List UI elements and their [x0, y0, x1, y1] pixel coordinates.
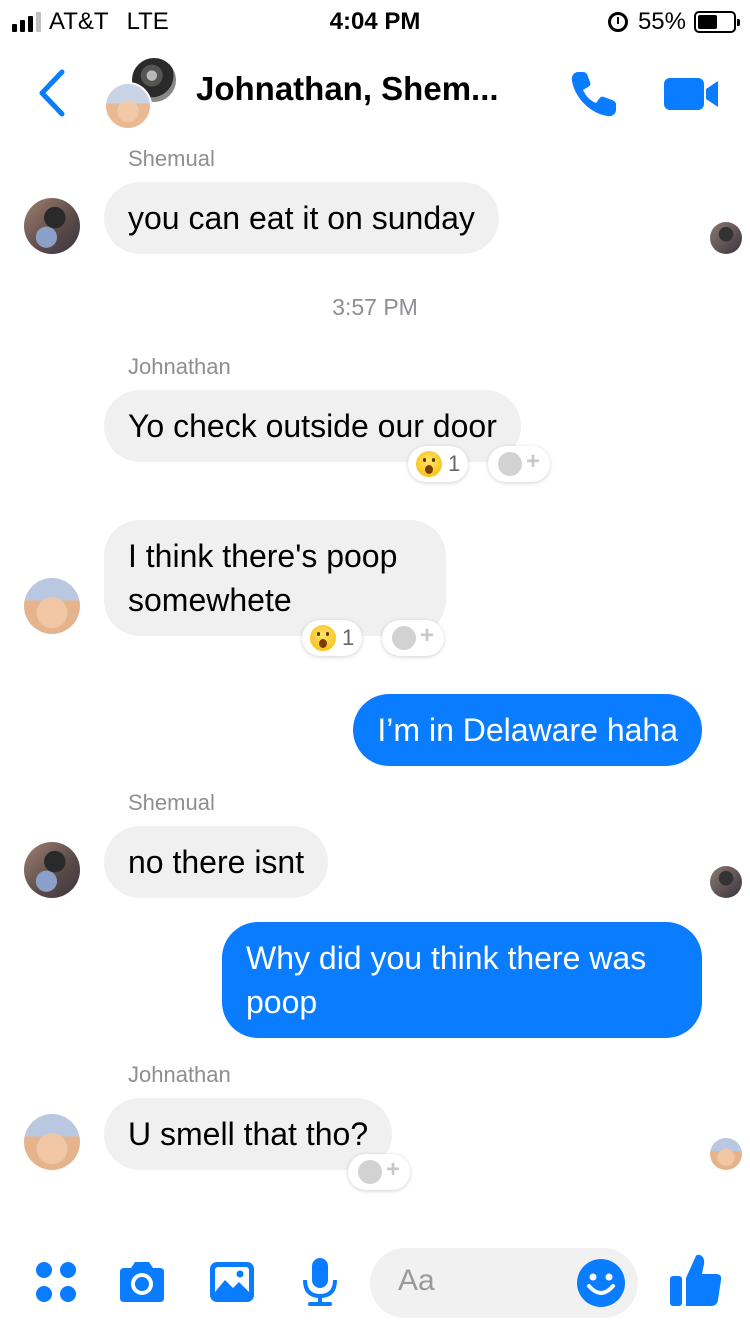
microphone-icon [303, 1258, 337, 1306]
avatar[interactable] [24, 578, 80, 634]
group-avatar[interactable] [104, 56, 178, 130]
composer-bar [0, 1240, 750, 1334]
chevron-left-icon [39, 69, 65, 117]
plus-icon: + [420, 622, 435, 649]
camera-icon [120, 1262, 164, 1302]
battery-percent: 55% [637, 8, 686, 35]
plus-icon: + [386, 1156, 401, 1183]
four-dots-icon [36, 1262, 76, 1302]
read-receipt-avatar [710, 222, 742, 254]
smiley-icon [577, 1259, 625, 1307]
gallery-button[interactable] [206, 1256, 258, 1308]
image-icon [210, 1262, 254, 1302]
plus-icon: + [526, 448, 541, 475]
add-reaction-button[interactable]: + [348, 1154, 410, 1190]
reaction-count: 1 [342, 625, 355, 650]
sender-name: Johnathan [128, 1062, 231, 1087]
message-bubble-outgoing[interactable]: Why did you think there was poop [222, 922, 702, 1038]
sender-name: Shemual [128, 790, 215, 815]
phone-icon [571, 72, 616, 117]
thumbs-up-icon [670, 1254, 722, 1306]
video-camera-icon [664, 78, 718, 110]
sender-name: Johnathan [128, 354, 231, 379]
reaction-badge[interactable]: 1 [408, 446, 469, 482]
message-bubble[interactable]: I think there's poop somewhete [104, 520, 446, 636]
smiley-icon [392, 626, 416, 650]
message-bubble[interactable]: no there isnt [104, 826, 329, 898]
wow-emoji-icon [416, 451, 442, 477]
message-line: poop [246, 984, 318, 1020]
conversation-title[interactable]: Johnathan, Shem... [196, 70, 526, 108]
message-bubble[interactable]: you can eat it on sunday [104, 182, 499, 254]
avatar[interactable] [24, 198, 80, 254]
add-reaction-button[interactable]: + [488, 446, 550, 482]
reaction-count: 1 [448, 451, 461, 476]
message-bubble[interactable]: U smell that tho? [104, 1098, 393, 1170]
avatar-johnathan [104, 82, 152, 130]
video-call-button[interactable] [662, 74, 720, 114]
battery-icon [694, 11, 740, 33]
wow-emoji-icon [310, 625, 336, 651]
reaction-badge[interactable]: 1 [302, 620, 363, 656]
avatar[interactable] [24, 1114, 80, 1170]
conversation-header: Johnathan, Shem... [0, 48, 750, 138]
message-composer[interactable] [370, 1248, 638, 1318]
voice-call-button[interactable] [568, 68, 620, 120]
message-line: somewhete [128, 582, 292, 618]
message-bubble-outgoing[interactable]: I’m in Delaware haha [353, 694, 702, 766]
message-timestamp: 3:57 PM [332, 294, 418, 320]
more-actions-button[interactable] [30, 1256, 82, 1308]
smiley-icon [498, 452, 522, 476]
message-line: I think there's poop [128, 538, 398, 574]
status-bar: AT&T LTE 4:04 PM 55% [0, 0, 750, 40]
message-line: Why did you think there was [246, 940, 647, 976]
avatar[interactable] [24, 842, 80, 898]
message-input[interactable] [398, 1264, 558, 1298]
read-receipt-avatar [710, 866, 742, 898]
alarm-icon [607, 12, 628, 32]
smiley-icon [358, 1160, 382, 1184]
read-receipt-avatar [710, 1138, 742, 1170]
voice-message-button[interactable] [294, 1256, 346, 1308]
add-reaction-button[interactable]: + [382, 620, 444, 656]
status-right: 55% [607, 8, 740, 36]
back-button[interactable] [34, 68, 70, 118]
sender-name: Shemual [128, 146, 215, 171]
like-button[interactable] [668, 1252, 724, 1308]
emoji-button[interactable] [576, 1258, 626, 1308]
camera-button[interactable] [116, 1256, 168, 1308]
